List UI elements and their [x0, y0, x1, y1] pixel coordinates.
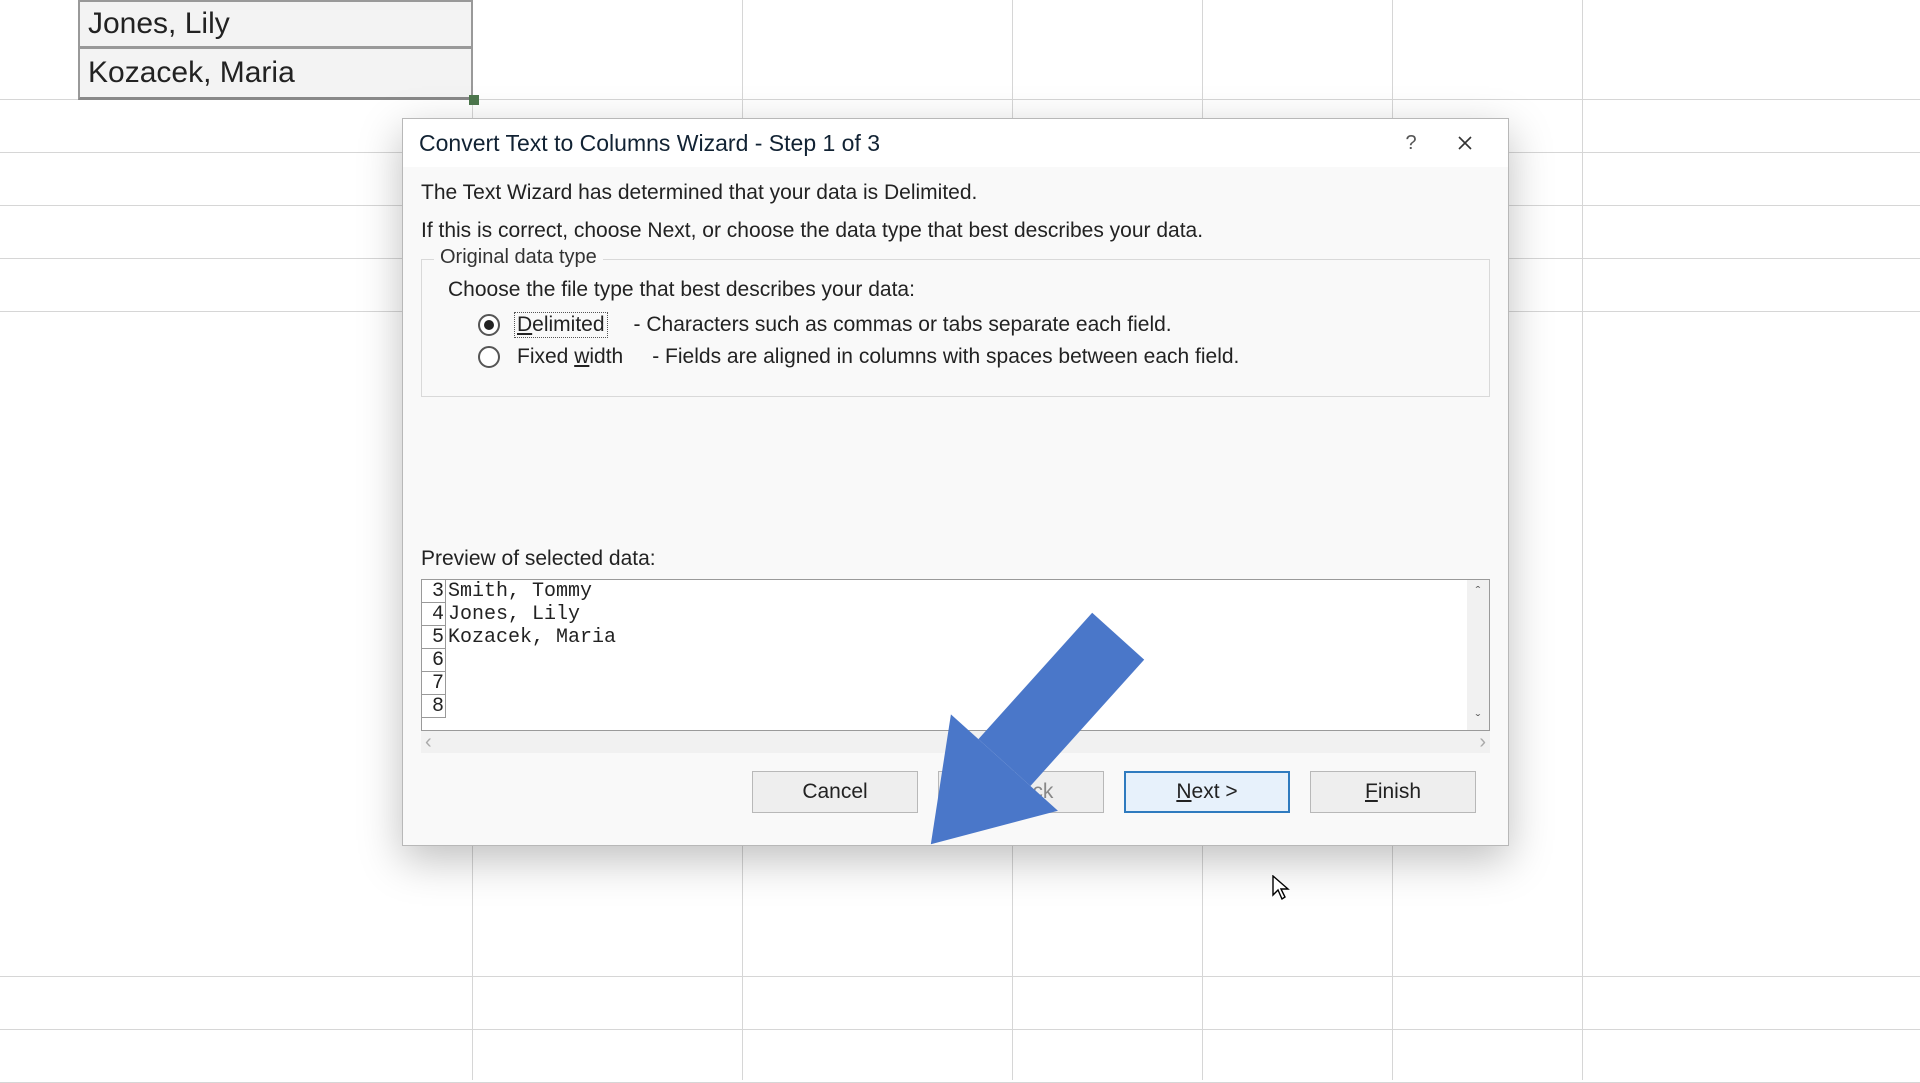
preview-row-number: 8 — [422, 695, 446, 718]
radio-fixed-width[interactable] — [478, 346, 500, 368]
text-to-columns-dialog: Convert Text to Columns Wizard - Step 1 … — [402, 118, 1509, 846]
close-icon — [1457, 135, 1473, 151]
fieldset-legend: Original data type — [434, 246, 603, 269]
back-button[interactable]: < Back — [938, 771, 1104, 813]
finish-button[interactable]: Finish — [1310, 771, 1476, 813]
help-button[interactable]: ? — [1384, 123, 1438, 163]
radio-delimited-desc: - Characters such as commas or tabs sepa… — [634, 313, 1172, 337]
preview-row: 5Kozacek, Maria — [422, 626, 1467, 649]
cancel-button[interactable]: Cancel — [752, 771, 918, 813]
preview-row: 8 — [422, 695, 1467, 718]
dialog-titlebar[interactable]: Convert Text to Columns Wizard - Step 1 … — [403, 119, 1508, 167]
preview-label: Preview of selected data: — [421, 547, 1490, 571]
preview-row-text — [446, 649, 448, 672]
fieldset-subtitle: Choose the file type that best describes… — [448, 278, 1473, 302]
scroll-up-icon[interactable]: ˆ — [1467, 580, 1489, 602]
radio-fixed-desc: - Fields are aligned in columns with spa… — [652, 345, 1239, 369]
preview-row-number: 3 — [422, 580, 446, 603]
preview-row-text — [446, 672, 448, 695]
scroll-down-icon[interactable]: ˇ — [1467, 708, 1489, 730]
radio-delimited-label: Delimited — [514, 312, 608, 338]
preview-row-number: 4 — [422, 603, 446, 626]
cell-a2[interactable]: Kozacek, Maria — [78, 47, 473, 100]
close-button[interactable] — [1438, 123, 1492, 163]
preview-row: 4Jones, Lily — [422, 603, 1467, 626]
intro-line-2: If this is correct, choose Next, or choo… — [421, 219, 1490, 243]
preview-box: 3Smith, Tommy4Jones, Lily5Kozacek, Maria… — [421, 579, 1490, 731]
radio-row-delimited[interactable]: Delimited - Characters such as commas or… — [478, 312, 1473, 338]
preview-row-text: Smith, Tommy — [446, 580, 592, 603]
preview-row-number: 7 — [422, 672, 446, 695]
selection-fill-handle[interactable] — [469, 95, 479, 105]
preview-row-text: Jones, Lily — [446, 603, 580, 626]
preview-row-number: 5 — [422, 626, 446, 649]
dialog-title: Convert Text to Columns Wizard - Step 1 … — [419, 130, 1384, 157]
intro-line-1: The Text Wizard has determined that your… — [421, 181, 1490, 205]
dialog-button-bar: Cancel < Back Next > Finish — [421, 753, 1490, 835]
preview-vscroll[interactable]: ˆ ˇ — [1467, 580, 1489, 730]
preview-row-text — [446, 695, 448, 718]
preview-row: 6 — [422, 649, 1467, 672]
radio-row-fixed[interactable]: Fixed width - Fields are aligned in colu… — [478, 344, 1473, 370]
next-button[interactable]: Next > — [1124, 771, 1290, 813]
preview-body[interactable]: 3Smith, Tommy4Jones, Lily5Kozacek, Maria… — [422, 580, 1467, 730]
preview-row-number: 6 — [422, 649, 446, 672]
scroll-left-icon[interactable]: ‹ — [425, 731, 432, 754]
cell-a1[interactable]: Jones, Lily — [78, 0, 473, 47]
original-data-type-group: Original data type Choose the file type … — [421, 259, 1490, 397]
preview-row: 3Smith, Tommy — [422, 580, 1467, 603]
preview-row: 7 — [422, 672, 1467, 695]
scroll-right-icon[interactable]: › — [1479, 731, 1486, 754]
radio-fixed-label: Fixed width — [514, 344, 626, 370]
preview-hscroll[interactable]: ‹ › — [421, 731, 1490, 753]
radio-delimited[interactable] — [478, 314, 500, 336]
preview-row-text: Kozacek, Maria — [446, 626, 616, 649]
